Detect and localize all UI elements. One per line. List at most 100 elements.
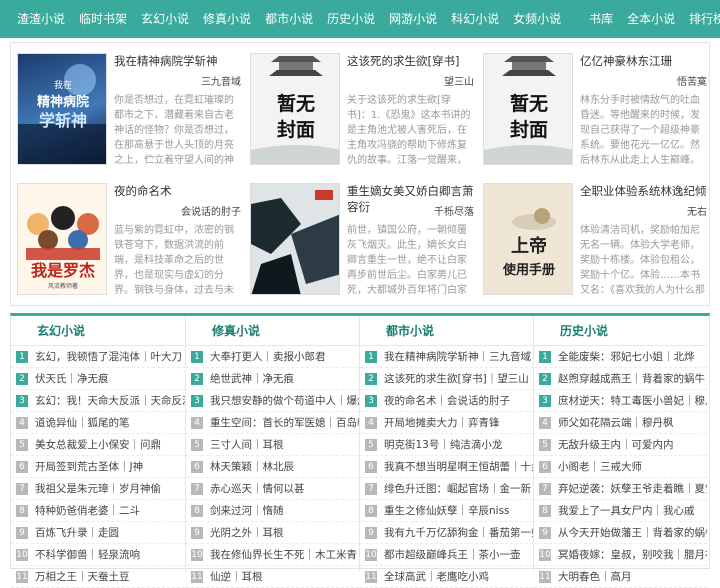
list-item-text[interactable]: 光阴之外｜耳根 [210, 522, 284, 543]
list-item-text[interactable]: 赤心巡天｜情何以甚 [210, 478, 305, 499]
list-item[interactable]: 6 林天策颖｜林北辰 [186, 456, 359, 478]
book-cover[interactable]: 暂无 封面 [483, 53, 573, 165]
book-author[interactable]: 千栎尽落 [434, 203, 474, 218]
nav-link-6[interactable]: 网游小说 [382, 0, 444, 38]
list-item-text[interactable]: 大明春色｜高月 [558, 566, 632, 587]
list-item[interactable]: 9 百炼飞升录｜走圆 [11, 522, 185, 544]
list-item-text[interactable]: 玄幻，我顿悟了混沌体｜叶大刀 [35, 346, 182, 367]
list-item-text[interactable]: 美女总裁爱上小保安｜问鼎 [35, 434, 161, 455]
featured-card[interactable]: 我是罗杰 风流教师著 夜的命名术 会说话的肘子 蓝与紫的霓虹中，浓密的钢铁苍穹下… [11, 177, 243, 301]
list-item[interactable]: 8 剑来过河｜惰随 [186, 500, 359, 522]
list-item[interactable]: 1 我在精神病院学斩神｜三九音域 [360, 346, 533, 368]
list-item[interactable]: 2 绝世武神｜净无痕 [186, 368, 359, 390]
list-item-text[interactable]: 赵煦穿越成燕王｜背着家的蜗牛 [558, 368, 705, 389]
category-header[interactable]: 修真小说 [186, 316, 359, 346]
nav-link-0[interactable]: 渣渣小说 [10, 0, 72, 38]
list-item[interactable]: 10 不科学御兽｜轻泉流响 [11, 544, 185, 566]
list-item[interactable]: 7 弃妃逆袭：妖孽王爷走着瞧｜夏雪叶 [534, 478, 707, 500]
list-item-text[interactable]: 大奉打更人｜卖报小郎君 [210, 346, 326, 367]
book-title[interactable]: 夜的命名术 [114, 183, 241, 199]
book-author[interactable]: 悟苦寞 [677, 73, 707, 88]
list-item-text[interactable]: 特种奶爸俏老婆｜二斗 [35, 500, 140, 521]
list-item-text[interactable]: 我在修仙界长生不死｜木工米青 [210, 544, 357, 565]
list-item[interactable]: 10 冥婚夜嫁：皇叔，别咬我｜腊月初五 [534, 544, 707, 566]
featured-card[interactable]: 暂无 封面 亿亿神豪林东江珊 悟苦寞 林东分手时被情敌气的吐血昏迷。等他醒来的时… [477, 47, 709, 171]
book-author[interactable]: 会说话的肘子 [181, 203, 241, 218]
list-item[interactable]: 2 这该死的求生欲[穿书]｜望三山 [360, 368, 533, 390]
nav-link-2[interactable]: 玄幻小说 [134, 0, 196, 38]
list-item[interactable]: 1 玄幻，我顿悟了混沌体｜叶大刀 [11, 346, 185, 368]
list-item-text[interactable]: 伏天氏｜净无痕 [35, 368, 109, 389]
book-cover[interactable]: 我是罗杰 风流教师著 [17, 183, 107, 295]
list-item-text[interactable]: 师父如花隔云端｜穆丹枫 [558, 412, 674, 433]
list-item-text[interactable]: 不科学御兽｜轻泉流响 [35, 544, 140, 565]
list-item-text[interactable]: 全能废柴：邪妃七小姐｜北烨 [558, 346, 695, 367]
book-title[interactable]: 这该死的求生欲[穿书] [347, 53, 474, 69]
book-author[interactable]: 望三山 [444, 73, 474, 88]
list-item[interactable]: 3 庶材逆天：特工毒医小兽妃｜穆月枫 [534, 390, 707, 412]
list-item[interactable]: 2 伏天氏｜净无痕 [11, 368, 185, 390]
list-item[interactable]: 6 开局签到荒古圣体｜J神 [11, 456, 185, 478]
list-item-text[interactable]: 开局签到荒古圣体｜J神 [35, 456, 143, 477]
list-item[interactable]: 6 小阁老｜三戒大师 [534, 456, 707, 478]
list-item-text[interactable]: 这该死的求生欲[穿书]｜望三山 [384, 368, 529, 389]
nav-link-1[interactable]: 临时书架 [72, 0, 134, 38]
list-item-text[interactable]: 重生之修仙妖孽｜辛辰niss [384, 500, 510, 521]
list-item[interactable]: 10 我在修仙界长生不死｜木工米青 [186, 544, 359, 566]
list-item[interactable]: 6 我真不想当明星啊王恒胡蕾｜十步杀 [360, 456, 533, 478]
list-item-text[interactable]: 百炼飞升录｜走圆 [35, 522, 119, 543]
list-item[interactable]: 4 道诡异仙｜狐尾的笔 [11, 412, 185, 434]
featured-card[interactable]: 精神病院 学斩神 我在 我在精神病院学斩神 三九音域 你是否想过，在霓虹璀璨的都… [11, 47, 243, 171]
list-item-text[interactable]: 三寸人间｜耳根 [210, 434, 284, 455]
list-item[interactable]: 5 美女总裁爱上小保安｜问鼎 [11, 434, 185, 456]
list-item[interactable]: 7 绯色升迁图：崛起官场｜金一新 [360, 478, 533, 500]
nav-link-right-0[interactable]: 书库 [582, 0, 620, 38]
list-item[interactable]: 2 赵煦穿越成燕王｜背着家的蜗牛 [534, 368, 707, 390]
list-item-text[interactable]: 玄幻：我！天命大反派｜天命反派 [35, 390, 185, 411]
list-item-text[interactable]: 绝世武神｜净无痕 [210, 368, 294, 389]
list-item[interactable]: 7 我祖父是朱元璋｜岁月神偷 [11, 478, 185, 500]
list-item-text[interactable]: 无敌升级王内｜可爱内内 [558, 434, 674, 455]
list-item[interactable]: 7 赤心巡天｜情何以甚 [186, 478, 359, 500]
list-item-text[interactable]: 重生空间：首长的军医媳｜百岛朝风 [210, 412, 359, 433]
list-item-text[interactable]: 都市超级巅峰兵王｜茶小一壶 [384, 544, 521, 565]
list-item[interactable]: 5 无敌升级王内｜可爱内内 [534, 434, 707, 456]
list-item[interactable]: 1 大奉打更人｜卖报小郎君 [186, 346, 359, 368]
book-author[interactable]: 三九音域 [201, 73, 241, 88]
featured-card[interactable]: 暂无 封面 这该死的求生欲[穿书] 望三山 关于这该死的求生欲[穿书]：1.《恐… [244, 47, 476, 171]
list-item[interactable]: 3 夜的命名术｜会说话的肘子 [360, 390, 533, 412]
list-item-text[interactable]: 庶材逆天：特工毒医小兽妃｜穆月枫 [558, 390, 707, 411]
list-item-text[interactable]: 我在精神病院学斩神｜三九音域 [384, 346, 531, 367]
book-cover[interactable] [250, 183, 340, 295]
nav-link-4[interactable]: 都市小说 [258, 0, 320, 38]
featured-card[interactable]: 上帝 使用手册 全职业体验系统林逸纪倾颜 无右 体验清洁司机，奖励帕加尼无名一辆… [477, 177, 709, 301]
nav-link-8[interactable]: 女频小说 [506, 0, 568, 38]
list-item[interactable]: 11 大明春色｜高月 [534, 566, 707, 588]
list-item[interactable]: 11 全球高武｜老鹰吃小鸡 [360, 566, 533, 588]
nav-link-3[interactable]: 修真小说 [196, 0, 258, 38]
list-item-text[interactable]: 我有九千万亿舔狗金｜番茄第一帅哥 [384, 522, 533, 543]
list-item[interactable]: 4 师父如花隔云端｜穆丹枫 [534, 412, 707, 434]
book-title[interactable]: 亿亿神豪林东江珊 [580, 53, 707, 69]
list-item-text[interactable]: 我只想安静的做个苟道中人｜爆炸小 [210, 390, 359, 411]
nav-link-right-2[interactable]: 排行榜 [682, 0, 720, 38]
list-item-text[interactable]: 仙逆｜耳根 [210, 566, 263, 587]
nav-link-5[interactable]: 历史小说 [320, 0, 382, 38]
list-item[interactable]: 11 万相之王｜天蚕土豆 [11, 566, 185, 588]
list-item-text[interactable]: 剑来过河｜惰随 [210, 500, 284, 521]
list-item[interactable]: 4 开局地摊卖大力｜弈青锋 [360, 412, 533, 434]
list-item-text[interactable]: 我祖父是朱元璋｜岁月神偷 [35, 478, 161, 499]
list-item-text[interactable]: 林天策颖｜林北辰 [210, 456, 294, 477]
book-author[interactable]: 无右 [687, 203, 707, 218]
list-item[interactable]: 1 全能废柴：邪妃七小姐｜北烨 [534, 346, 707, 368]
list-item-text[interactable]: 道诡异仙｜狐尾的笔 [35, 412, 130, 433]
book-title[interactable]: 我在精神病院学斩神 [114, 53, 241, 69]
featured-card[interactable]: 重生嫡女美又娇白卿言萧容衍 千栎尽落 前世，镇国公府，一朝倾覆灰飞烟灭。此生，嫡… [244, 177, 476, 301]
list-item[interactable]: 9 光阴之外｜耳根 [186, 522, 359, 544]
category-header[interactable]: 都市小说 [360, 316, 533, 346]
list-item[interactable]: 8 我爱上了一具女尸内｜我心戚 [534, 500, 707, 522]
list-item-text[interactable]: 全球高武｜老鹰吃小鸡 [384, 566, 489, 587]
list-item-text[interactable]: 我真不想当明星啊王恒胡蕾｜十步杀 [384, 456, 533, 477]
list-item-text[interactable]: 我爱上了一具女尸内｜我心戚 [558, 500, 695, 521]
list-item[interactable]: 11 仙逆｜耳根 [186, 566, 359, 588]
